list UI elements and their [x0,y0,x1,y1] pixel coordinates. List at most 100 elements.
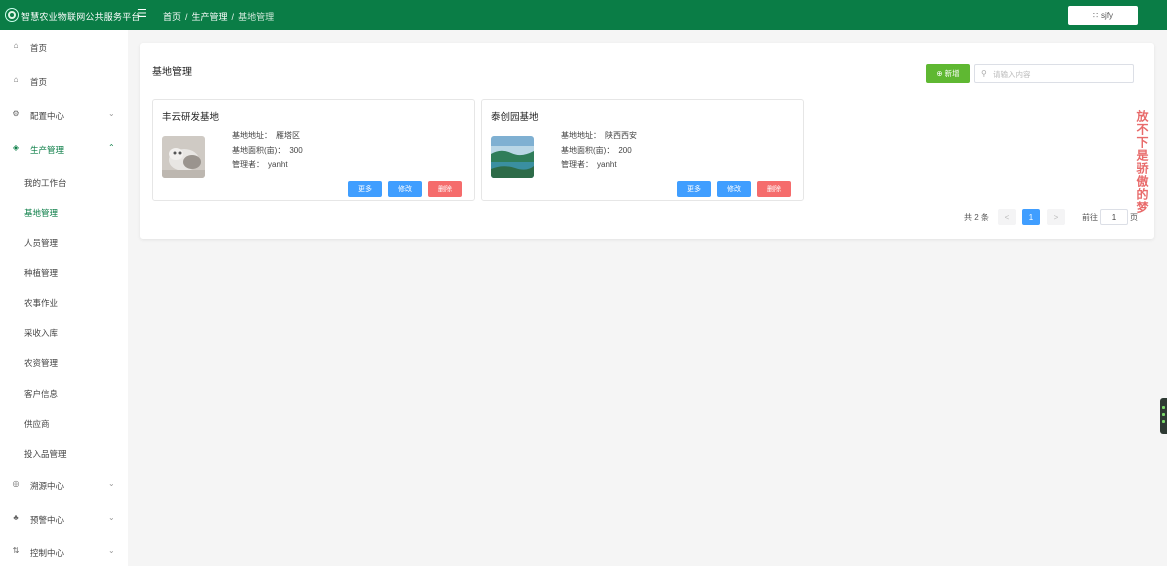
plus-circle-icon: ⊕ [936,69,943,78]
base-address: 陕西西安 [605,131,637,140]
search-icon: ⚲ [981,69,987,78]
sidebar-subitem-label: 投入品管理 [24,449,67,459]
sidebar-subitem-label: 农事作业 [24,298,59,308]
edit-button[interactable]: 修改 [388,181,422,197]
sidebar-subitem-label: 种植管理 [24,268,59,278]
sidebar-subitem-label: 基地管理 [24,208,59,218]
more-button[interactable]: 更多 [348,181,382,197]
base-address: 雁塔区 [276,131,300,140]
base-area: 300 [289,145,303,155]
field-label: 基地面积(亩)： [232,145,286,155]
card-actions: 更多 修改 删除 [677,181,791,197]
base-name: 泰创园基地 [491,112,539,123]
sidebar: ⌂ 首页 ⌂ 首页 ⚙ 配置中心 ⌄ ◈ 生产管理 ⌃ 我的工作台 基地管理 人… [0,30,128,566]
base-area: 200 [618,145,632,155]
sidebar-subitem-workbench[interactable]: 我的工作台 [0,171,128,193]
sidebar-subitem-base[interactable]: 基地管理 [0,201,128,223]
sidebar-subitem-customers[interactable]: 客户信息 [0,382,128,404]
edit-button[interactable]: 修改 [717,181,751,197]
menu-toggle-icon[interactable]: ☰ [137,9,147,20]
logo-icon [6,9,18,21]
sidebar-subitem-label: 我的工作台 [24,178,67,188]
field-label: 管理者： [561,160,593,169]
sidebar-item-trace[interactable]: ◎ 溯源中心 ⌄ [0,473,128,497]
chevron-down-icon: ⌄ [108,546,115,555]
top-header: 智慧农业物联网公共服务平台 ☰ 首页 / 生产管理 / 基地管理 ∷ sjfy [0,0,1167,30]
chevron-up-icon: ⌃ [108,143,115,152]
field-label: 管理者： [232,160,264,169]
layers-icon: ◈ [12,143,20,152]
sidebar-item-home[interactable]: ⌂ 首页 [0,35,128,59]
base-thumbnail [162,136,205,178]
breadcrumb-production[interactable]: 生产管理 [192,12,228,22]
sidebar-item-home-2[interactable]: ⌂ 首页 [0,69,128,93]
overlay-vertical-text: 放不下是骄傲的梦 [1135,110,1149,214]
indicator-dot [1162,420,1165,423]
breadcrumb: 首页 / 生产管理 / 基地管理 [163,10,274,23]
bell-icon: ♣ [13,513,19,522]
pagination-goto-label: 前往 [1082,213,1098,222]
add-button[interactable]: ⊕ 新增 [926,64,970,83]
breadcrumb-separator: / [231,12,235,22]
add-button-label: 新增 [944,69,960,78]
floating-toolbar-handle[interactable] [1160,398,1167,434]
pagination-prev-button[interactable]: < [998,209,1016,225]
sidebar-subitem-label: 采收入库 [24,328,59,338]
sidebar-subitem-planting[interactable]: 种植管理 [0,261,128,283]
page-title: 基地管理 [152,67,192,78]
base-name: 丰云研发基地 [162,112,220,123]
sidebar-subitem-inputs[interactable]: 投入品管理 [0,442,128,464]
delete-button[interactable]: 删除 [757,181,791,197]
sliders-icon: ⇅ [12,546,20,555]
breadcrumb-home[interactable]: 首页 [163,12,181,22]
more-button[interactable]: 更多 [677,181,711,197]
base-card: 丰云研发基地 基地地址： 雁塔区 基地面积(亩)： 300 管理者： yanht 更多… [152,99,475,201]
home-icon: ⌂ [13,41,19,50]
base-details: 基地地址： 雁塔区 基地面积(亩)： 300 管理者： yanht [232,129,303,173]
base-management-panel: 基地管理 ⊕ 新增 ⚲ 丰云研发基地 基地地址： 雁塔区 基地面积(亩)：300 … [140,43,1154,239]
pagination-next-button[interactable]: > [1047,209,1065,225]
pagination-page-1[interactable]: 1 [1022,209,1040,225]
user-name: sjfy [1101,11,1114,20]
target-icon: ◎ [12,479,20,488]
sidebar-subitem-staff[interactable]: 人员管理 [0,231,128,253]
field-label: 基地面积(亩)： [561,145,615,155]
indicator-dot [1162,413,1165,416]
breadcrumb-current: 基地管理 [238,12,275,22]
pagination-goto-input[interactable] [1100,209,1128,225]
chevron-down-icon: ⌄ [108,109,115,118]
sidebar-subitem-farming[interactable]: 农事作业 [0,291,128,313]
field-label: 基地地址： [561,131,601,140]
sidebar-item-label: 首页 [30,77,48,87]
home-icon: ⌂ [13,75,19,84]
sidebar-item-label: 控制中心 [30,548,65,558]
search-input[interactable] [993,68,1129,80]
sidebar-subitem-label: 客户信息 [24,389,59,399]
base-manager: yanht [268,160,288,169]
sidebar-item-control[interactable]: ⇅ 控制中心 ⌄ [0,540,128,564]
sidebar-item-label: 溯源中心 [30,481,65,491]
sidebar-item-config[interactable]: ⚙ 配置中心 ⌄ [0,103,128,127]
sidebar-subitem-materials[interactable]: 农资管理 [0,351,128,373]
field-label: 基地地址： [232,131,272,140]
base-card: 泰创园基地 基地地址： 陕西西安 基地面积(亩)： 200 管理者： yanht 更多… [481,99,804,201]
chevron-down-icon: ⌄ [108,513,115,522]
sidebar-item-production[interactable]: ◈ 生产管理 ⌃ [0,137,128,161]
sidebar-item-label: 生产管理 [30,145,65,155]
breadcrumb-separator: / [185,12,188,22]
sidebar-subitem-label: 农资管理 [24,358,59,368]
search-box: ⚲ [974,64,1134,83]
user-menu-button[interactable]: ∷ sjfy [1068,6,1138,25]
sidebar-item-alert[interactable]: ♣ 预警中心 ⌄ [0,507,128,531]
card-actions: 更多 修改 删除 [348,181,462,197]
delete-button[interactable]: 删除 [428,181,462,197]
gear-icon: ⚙ [12,109,20,118]
pagination-total: 共 2 条 [964,213,989,222]
sidebar-subitem-harvest[interactable]: 采收入库 [0,321,128,343]
grid-icon: ∷ [1092,11,1099,20]
indicator-dot [1162,406,1165,409]
sidebar-item-label: 预警中心 [30,515,65,525]
base-thumbnail [491,136,534,178]
base-manager: yanht [597,160,617,169]
sidebar-subitem-suppliers[interactable]: 供应商 [0,412,128,434]
